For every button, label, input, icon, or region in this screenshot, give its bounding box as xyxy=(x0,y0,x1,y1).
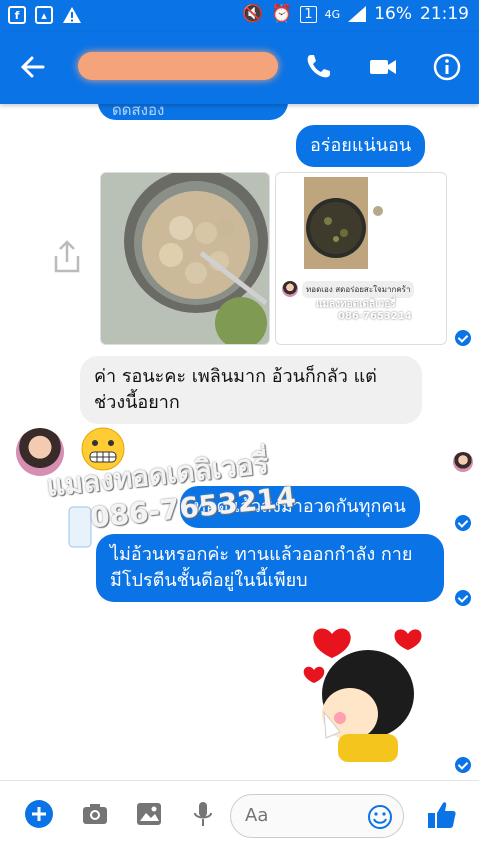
share-icon[interactable] xyxy=(52,240,82,274)
photo-attachment[interactable]: ทอดเอง สดอร่อยสะใจมากคร้า แมลงทอดเดลิเวอ… xyxy=(275,172,447,345)
video-call-icon[interactable] xyxy=(368,52,398,82)
status-bar: f ▴ 🔇 ⏰ 1 4G 16% 21:19 xyxy=(0,0,479,32)
phone-call-icon[interactable] xyxy=(303,52,333,82)
warning-icon xyxy=(63,7,81,23)
network-label: 4G xyxy=(324,7,341,21)
read-receipt-icon xyxy=(455,515,471,531)
mute-icon: 🔇 xyxy=(242,4,264,24)
photo-attachment[interactable] xyxy=(100,172,270,345)
photo-watermark-line1: แมลงทอดเดลิเวอรี่ xyxy=(316,299,396,310)
read-receipt-icon xyxy=(455,757,471,773)
partial-name-text: ดดสงอง xyxy=(112,104,165,119)
gallery-icon: ▴ xyxy=(35,6,53,24)
clock: 21:19 xyxy=(420,4,469,24)
love-sticker[interactable] xyxy=(300,622,440,762)
photo-caption: ทอดเอง สดอร่อยสะใจมากคร้า xyxy=(302,281,415,298)
image-icon[interactable] xyxy=(134,799,164,829)
like-thumbs-up-icon[interactable] xyxy=(426,799,458,831)
photo-watermark-line2: 086-7653214 xyxy=(338,311,412,322)
add-icon[interactable] xyxy=(24,799,54,829)
sim-icon: 1 xyxy=(300,5,317,23)
message-input[interactable] xyxy=(245,805,355,826)
message-input-wrapper[interactable] xyxy=(230,794,404,838)
emoji-icon[interactable] xyxy=(367,804,393,830)
battery-level: 16% xyxy=(374,4,412,24)
read-receipt-icon xyxy=(455,590,471,606)
message-bubble-outgoing[interactable]: ไม่อ้วนหรอกค่ะ ทานแล้วออกกำลัง กาย มีโปร… xyxy=(96,534,444,602)
read-receipt-icon xyxy=(455,330,471,346)
info-icon[interactable] xyxy=(432,52,462,82)
avatar xyxy=(282,281,298,297)
seen-avatar xyxy=(453,452,473,472)
alarm-icon: ⏰ xyxy=(271,4,293,24)
conversation-header xyxy=(0,32,479,104)
composer-bar xyxy=(0,780,479,850)
message-bubble-outgoing[interactable]: อร่อยแน่นอน xyxy=(296,125,426,167)
facebook-icon: f xyxy=(8,6,26,24)
message-bubble-incoming[interactable]: ค่า รอนะคะ เพลินมาก อ้วนก็กลัว แต่ ช่วงน… xyxy=(80,356,422,424)
message-list[interactable]: ดดสงอง อร่อยแน่นอน ทอดเอง สดอร่อยสะใจมาก… xyxy=(0,104,479,780)
contact-name-redacted[interactable] xyxy=(78,52,278,80)
microphone-icon[interactable] xyxy=(188,799,218,829)
back-arrow-icon[interactable] xyxy=(18,52,48,82)
signal-icon xyxy=(348,6,367,22)
camera-icon[interactable] xyxy=(80,799,110,829)
